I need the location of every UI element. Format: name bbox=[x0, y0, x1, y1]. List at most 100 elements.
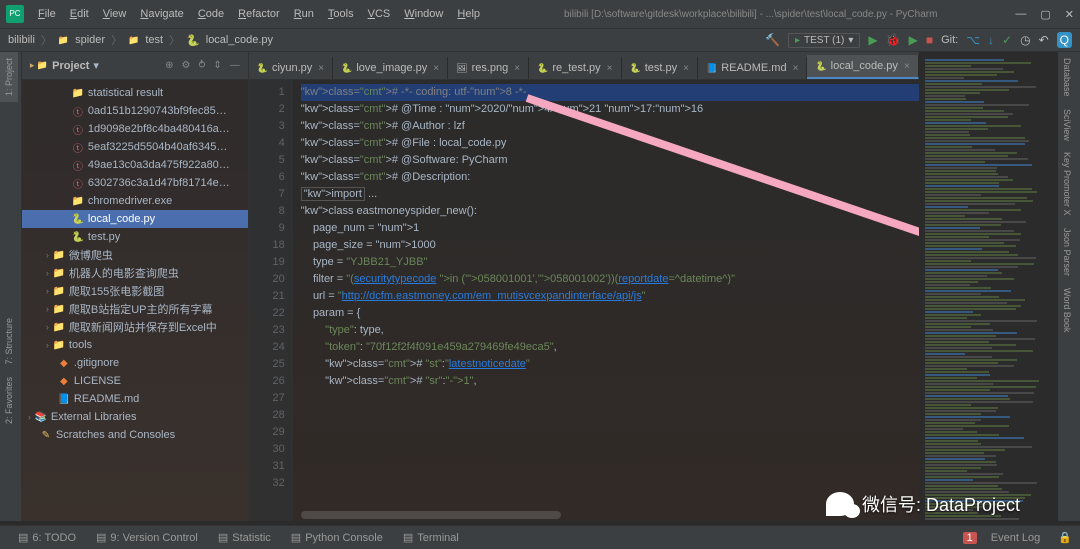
tool-project[interactable]: 1: Project bbox=[0, 52, 18, 102]
vcs-commit-icon[interactable]: ✓ bbox=[1002, 33, 1012, 47]
code-minimap[interactable] bbox=[919, 52, 1058, 521]
menu-window[interactable]: Window bbox=[398, 4, 449, 24]
panel-icon[interactable]: ⊕ bbox=[165, 60, 173, 71]
menu-edit[interactable]: Edit bbox=[64, 4, 95, 24]
tree-row[interactable]: ⓣ6302736c3a1d47bf81714e… bbox=[22, 174, 248, 192]
debug-icon[interactable]: 🐞 bbox=[886, 33, 901, 47]
tool-key-promoter-x[interactable]: Key Promoter X bbox=[1058, 146, 1076, 222]
tree-row[interactable]: ›📁微博爬虫 bbox=[22, 246, 248, 264]
tree-row[interactable]: ›📁爬取新闻网站并保存到Excel中 bbox=[22, 318, 248, 336]
tab-close-icon[interactable]: × bbox=[793, 63, 799, 74]
tree-row[interactable]: 📁statistical result bbox=[22, 84, 248, 102]
git-icon: ◆ bbox=[58, 376, 70, 387]
search-icon[interactable]: Q bbox=[1057, 32, 1072, 48]
close-icon[interactable]: ✕ bbox=[1065, 8, 1074, 21]
status-python-console[interactable]: ▤ Python Console bbox=[281, 531, 393, 544]
tree-row[interactable]: ›📁爬取155张电影截图 bbox=[22, 282, 248, 300]
tree-row[interactable]: ›📚External Libraries bbox=[22, 408, 248, 426]
menu-help[interactable]: Help bbox=[451, 4, 486, 24]
tab-test.py[interactable]: 🐍test.py× bbox=[622, 57, 698, 79]
menu-run[interactable]: Run bbox=[288, 4, 320, 24]
tree-row[interactable]: ›📁机器人的电影查询爬虫 bbox=[22, 264, 248, 282]
horizontal-scrollbar[interactable] bbox=[301, 511, 561, 519]
menu-vcs[interactable]: VCS bbox=[362, 4, 397, 24]
lock-icon[interactable]: 🔒 bbox=[1058, 531, 1072, 544]
hammer-icon[interactable]: 🔨 bbox=[765, 33, 780, 47]
tool-json-parser[interactable]: Json Parser bbox=[1058, 222, 1076, 282]
tab-love_image.py[interactable]: 🐍love_image.py× bbox=[333, 57, 448, 79]
tree-row[interactable]: ›📁tools bbox=[22, 336, 248, 354]
run-icon[interactable]: ▶ bbox=[868, 33, 877, 47]
tree-row[interactable]: 📁 chromedriver.exe bbox=[22, 192, 248, 210]
project-panel-title: Project bbox=[52, 60, 89, 72]
menu-tools[interactable]: Tools bbox=[322, 4, 360, 24]
status-9--version-control[interactable]: ▤ 9: Version Control bbox=[86, 531, 208, 544]
tab-label: res.png bbox=[472, 62, 509, 74]
code-text[interactable]: "kw">class="cmt"># -*- coding: utf-"num"… bbox=[293, 80, 919, 521]
tree-row[interactable]: ⓣ1d9098e2bf8c4ba480416a… bbox=[22, 120, 248, 138]
tab-close-icon[interactable]: × bbox=[904, 61, 910, 72]
menu-file[interactable]: File bbox=[32, 4, 62, 24]
maximize-icon[interactable]: ▢ bbox=[1040, 8, 1050, 21]
panel-icon[interactable]: ⥁ bbox=[198, 60, 205, 71]
vcs-history-icon[interactable]: ◷ bbox=[1020, 33, 1030, 47]
vcs-update-icon[interactable]: ↓ bbox=[988, 33, 994, 47]
tree-row[interactable]: ›📁爬取B站指定UP主的所有字幕 bbox=[22, 300, 248, 318]
tab-close-icon[interactable]: × bbox=[514, 63, 520, 74]
window-title: bilibili [D:\software\gitdesk\workplace\… bbox=[486, 9, 1015, 20]
panel-icon[interactable]: ⚙ bbox=[182, 60, 191, 71]
minimize-icon[interactable]: — bbox=[1015, 8, 1026, 21]
crumb-test[interactable]: test bbox=[145, 34, 163, 46]
tab-local_code.py[interactable]: 🐍local_code.py× bbox=[807, 55, 918, 79]
tree-row[interactable]: 🐍local_code.py bbox=[22, 210, 248, 228]
tree-row[interactable]: ◆LICENSE bbox=[22, 372, 248, 390]
tree-row[interactable]: ◆.gitignore bbox=[22, 354, 248, 372]
vcs-branch-icon[interactable]: ⌥ bbox=[966, 33, 980, 47]
stop-icon[interactable]: ■ bbox=[926, 33, 933, 47]
panel-icon[interactable]: — bbox=[230, 60, 240, 71]
menu-navigate[interactable]: Navigate bbox=[134, 4, 189, 24]
coverage-icon[interactable]: ▶ bbox=[909, 33, 918, 47]
tree-row[interactable]: ⓣ5eaf3225d5504b40af6345… bbox=[22, 138, 248, 156]
tab-res.png[interactable]: 🖼res.png× bbox=[448, 57, 529, 79]
status-statistic[interactable]: ▤ Statistic bbox=[208, 531, 281, 544]
menu-view[interactable]: View bbox=[97, 4, 133, 24]
crumb-local_code.py[interactable]: local_code.py bbox=[206, 34, 273, 46]
tree-row[interactable]: ⓣ49ae13c0a3da475f922a80… bbox=[22, 156, 248, 174]
tab-close-icon[interactable]: × bbox=[318, 63, 324, 74]
project-panel-header: ▸ 📁 Project ▾ ⊕⚙⥁⇕— bbox=[22, 52, 248, 80]
project-tree[interactable]: 📁statistical resultⓣ0ad151b1290743bf9fec… bbox=[22, 80, 248, 521]
fold-icon: 📁 bbox=[72, 196, 84, 207]
tab-ciyun.py[interactable]: 🐍ciyun.py× bbox=[249, 57, 333, 79]
tab-close-icon[interactable]: × bbox=[683, 63, 689, 74]
tree-row[interactable]: 🐍test.py bbox=[22, 228, 248, 246]
tool-database[interactable]: Database bbox=[1058, 52, 1076, 103]
tool-favorites[interactable]: 2: Favorites bbox=[0, 371, 18, 430]
run-config[interactable]: ▸ TEST (1) ▾ bbox=[788, 33, 860, 48]
main-menu: FileEditViewNavigateCodeRefactorRunTools… bbox=[32, 4, 486, 24]
menu-refactor[interactable]: Refactor bbox=[232, 4, 286, 24]
status-terminal[interactable]: ▤ Terminal bbox=[393, 531, 469, 544]
crumb-spider[interactable]: spider bbox=[75, 34, 105, 46]
vcs-revert-icon[interactable]: ↶ bbox=[1039, 33, 1049, 47]
line-gutter: 123456789181920212223242526272829303132 bbox=[249, 80, 293, 521]
tab-README.md[interactable]: 📘README.md× bbox=[698, 57, 807, 79]
tree-row[interactable]: ⓣ0ad151b1290743bf9fec85… bbox=[22, 102, 248, 120]
tab-re_test.py[interactable]: 🐍re_test.py× bbox=[529, 57, 621, 79]
tab-close-icon[interactable]: × bbox=[433, 63, 439, 74]
code-area[interactable]: 123456789181920212223242526272829303132 … bbox=[249, 80, 919, 521]
tab-close-icon[interactable]: × bbox=[607, 63, 613, 74]
tree-row[interactable]: 📘README.md bbox=[22, 390, 248, 408]
event-log-button[interactable]: Event Log bbox=[981, 532, 1051, 544]
chevron-down-icon[interactable]: ▾ bbox=[93, 59, 99, 72]
tool-sciview[interactable]: SciView bbox=[1058, 103, 1076, 147]
crumb-bilibili[interactable]: bilibili bbox=[8, 34, 35, 46]
tool-word-book[interactable]: Word Book bbox=[1058, 282, 1076, 338]
panel-icon[interactable]: ⇕ bbox=[213, 60, 221, 71]
menu-code[interactable]: Code bbox=[192, 4, 230, 24]
tree-label: chromedriver.exe bbox=[88, 195, 172, 207]
status-6--todo[interactable]: ▤ 6: TODO bbox=[8, 531, 86, 544]
tree-row[interactable]: ✎Scratches and Consoles bbox=[22, 426, 248, 444]
breadcrumb[interactable]: bilibili〉📁spider〉📁test〉🐍local_code.py bbox=[8, 32, 273, 48]
tool-structure[interactable]: 7: Structure bbox=[0, 312, 18, 371]
